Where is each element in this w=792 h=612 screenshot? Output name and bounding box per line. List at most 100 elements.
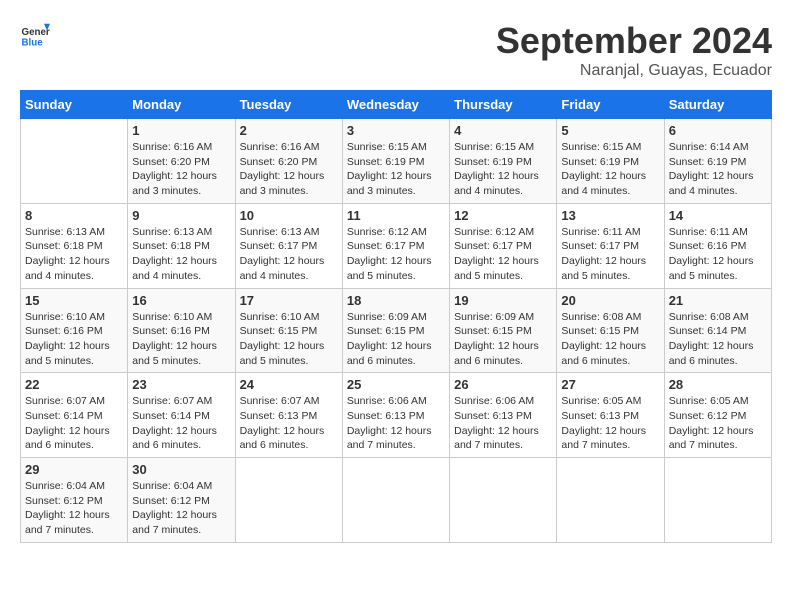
calendar-cell: 19 Sunrise: 6:09 AMSunset: 6:15 PMDayligh… (450, 288, 557, 373)
logo: General Blue (20, 20, 50, 50)
day-number: 22 (25, 377, 123, 392)
day-info: Sunrise: 6:10 AMSunset: 6:16 PMDaylight:… (25, 310, 123, 369)
day-of-week-header: Sunday (21, 91, 128, 119)
day-info: Sunrise: 6:13 AMSunset: 6:17 PMDaylight:… (240, 225, 338, 284)
page-header: General Blue September 2024 Naranjal, Gu… (20, 20, 772, 80)
day-info: Sunrise: 6:07 AMSunset: 6:14 PMDaylight:… (25, 394, 123, 453)
day-info: Sunrise: 6:11 AMSunset: 6:17 PMDaylight:… (561, 225, 659, 284)
calendar-cell: 25 Sunrise: 6:06 AMSunset: 6:13 PMDayligh… (342, 373, 449, 458)
calendar-cell: 20Sunrise: 6:08 AMSunset: 6:15 PMDayligh… (557, 288, 664, 373)
day-number: 2 (240, 123, 338, 138)
day-info: Sunrise: 6:16 AMSunset: 6:20 PMDaylight:… (132, 140, 230, 199)
calendar-cell: 26 Sunrise: 6:06 AMSunset: 6:13 PMDayligh… (450, 373, 557, 458)
calendar-cell: 12Sunrise: 6:12 AMSunset: 6:17 PMDayligh… (450, 203, 557, 288)
day-info: Sunrise: 6:07 AMSunset: 6:14 PMDaylight:… (132, 394, 230, 453)
calendar-cell: 2 Sunrise: 6:16 AMSunset: 6:20 PMDaylight… (235, 119, 342, 204)
day-info: Sunrise: 6:16 AMSunset: 6:20 PMDaylight:… (240, 140, 338, 199)
svg-text:Blue: Blue (22, 38, 44, 49)
calendar-cell: 16 Sunrise: 6:10 AMSunset: 6:16 PMDayligh… (128, 288, 235, 373)
day-info: Sunrise: 6:07 AMSunset: 6:13 PMDaylight:… (240, 394, 338, 453)
day-info: Sunrise: 6:10 AMSunset: 6:15 PMDaylight:… (240, 310, 338, 369)
calendar-table: SundayMondayTuesdayWednesdayThursdayFrid… (20, 90, 772, 543)
calendar-cell (557, 458, 664, 543)
day-number: 24 (240, 377, 338, 392)
header-row: SundayMondayTuesdayWednesdayThursdayFrid… (21, 91, 772, 119)
calendar-week-row: 8 Sunrise: 6:13 AMSunset: 6:18 PMDaylight… (21, 203, 772, 288)
day-of-week-header: Friday (557, 91, 664, 119)
calendar-cell: 1Sunrise: 6:16 AMSunset: 6:20 PMDaylight… (128, 119, 235, 204)
calendar-cell: 5Sunrise: 6:15 AMSunset: 6:19 PMDaylight… (557, 119, 664, 204)
day-number: 28 (669, 377, 767, 392)
logo-icon: General Blue (20, 20, 50, 50)
calendar-cell: 17Sunrise: 6:10 AMSunset: 6:15 PMDayligh… (235, 288, 342, 373)
day-number: 23 (132, 377, 230, 392)
calendar-cell: 21 Sunrise: 6:08 AMSunset: 6:14 PMDayligh… (664, 288, 771, 373)
svg-text:General: General (22, 27, 51, 38)
calendar-cell: 30 Sunrise: 6:04 AMSunset: 6:12 PMDayligh… (128, 458, 235, 543)
day-number: 18 (347, 293, 445, 308)
calendar-week-row: 1Sunrise: 6:16 AMSunset: 6:20 PMDaylight… (21, 119, 772, 204)
day-info: Sunrise: 6:05 AMSunset: 6:13 PMDaylight:… (561, 394, 659, 453)
calendar-cell: 29Sunrise: 6:04 AMSunset: 6:12 PMDayligh… (21, 458, 128, 543)
day-info: Sunrise: 6:05 AMSunset: 6:12 PMDaylight:… (669, 394, 767, 453)
day-number: 21 (669, 293, 767, 308)
calendar-cell: 8Sunrise: 6:13 AMSunset: 6:18 PMDaylight… (21, 203, 128, 288)
calendar-cell: 23 Sunrise: 6:07 AMSunset: 6:14 PMDayligh… (128, 373, 235, 458)
month-title: September 2024 (496, 20, 772, 62)
day-number: 4 (454, 123, 552, 138)
day-number: 3 (347, 123, 445, 138)
location: Naranjal, Guayas, Ecuador (496, 62, 772, 80)
day-number: 16 (132, 293, 230, 308)
day-info: Sunrise: 6:10 AMSunset: 6:16 PMDaylight:… (132, 310, 230, 369)
day-number: 25 (347, 377, 445, 392)
day-number: 14 (669, 208, 767, 223)
calendar-cell: 9 Sunrise: 6:13 AMSunset: 6:18 PMDaylight… (128, 203, 235, 288)
day-of-week-header: Wednesday (342, 91, 449, 119)
day-of-week-header: Monday (128, 91, 235, 119)
day-number: 9 (132, 208, 230, 223)
calendar-body: 1Sunrise: 6:16 AMSunset: 6:20 PMDaylight… (21, 119, 772, 543)
day-info: Sunrise: 6:08 AMSunset: 6:15 PMDaylight:… (561, 310, 659, 369)
day-info: Sunrise: 6:06 AMSunset: 6:13 PMDaylight:… (347, 394, 445, 453)
calendar-week-row: 15 Sunrise: 6:10 AMSunset: 6:16 PMDayligh… (21, 288, 772, 373)
calendar-cell: 28 Sunrise: 6:05 AMSunset: 6:12 PMDayligh… (664, 373, 771, 458)
day-number: 30 (132, 462, 230, 477)
day-of-week-header: Saturday (664, 91, 771, 119)
calendar-cell (450, 458, 557, 543)
day-number: 5 (561, 123, 659, 138)
day-number: 26 (454, 377, 552, 392)
day-info: Sunrise: 6:13 AMSunset: 6:18 PMDaylight:… (132, 225, 230, 284)
calendar-cell (664, 458, 771, 543)
day-of-week-header: Thursday (450, 91, 557, 119)
calendar-week-row: 22 Sunrise: 6:07 AMSunset: 6:14 PMDayligh… (21, 373, 772, 458)
calendar-cell: 27Sunrise: 6:05 AMSunset: 6:13 PMDayligh… (557, 373, 664, 458)
day-info: Sunrise: 6:06 AMSunset: 6:13 PMDaylight:… (454, 394, 552, 453)
calendar-cell: 11Sunrise: 6:12 AMSunset: 6:17 PMDayligh… (342, 203, 449, 288)
day-number: 13 (561, 208, 659, 223)
calendar-cell (21, 119, 128, 204)
calendar-cell: 18 Sunrise: 6:09 AMSunset: 6:15 PMDayligh… (342, 288, 449, 373)
day-number: 6 (669, 123, 767, 138)
day-info: Sunrise: 6:09 AMSunset: 6:15 PMDaylight:… (454, 310, 552, 369)
day-info: Sunrise: 6:12 AMSunset: 6:17 PMDaylight:… (347, 225, 445, 284)
day-number: 15 (25, 293, 123, 308)
calendar-cell: 24 Sunrise: 6:07 AMSunset: 6:13 PMDayligh… (235, 373, 342, 458)
calendar-cell: 3 Sunrise: 6:15 AMSunset: 6:19 PMDaylight… (342, 119, 449, 204)
day-info: Sunrise: 6:08 AMSunset: 6:14 PMDaylight:… (669, 310, 767, 369)
day-info: Sunrise: 6:14 AMSunset: 6:19 PMDaylight:… (669, 140, 767, 199)
calendar-cell: 6 Sunrise: 6:14 AMSunset: 6:19 PMDaylight… (664, 119, 771, 204)
calendar-week-row: 29Sunrise: 6:04 AMSunset: 6:12 PMDayligh… (21, 458, 772, 543)
calendar-cell: 14 Sunrise: 6:11 AMSunset: 6:16 PMDayligh… (664, 203, 771, 288)
day-info: Sunrise: 6:09 AMSunset: 6:15 PMDaylight:… (347, 310, 445, 369)
day-number: 8 (25, 208, 123, 223)
day-info: Sunrise: 6:15 AMSunset: 6:19 PMDaylight:… (454, 140, 552, 199)
calendar-header: SundayMondayTuesdayWednesdayThursdayFrid… (21, 91, 772, 119)
day-info: Sunrise: 6:11 AMSunset: 6:16 PMDaylight:… (669, 225, 767, 284)
calendar-cell: 13 Sunrise: 6:11 AMSunset: 6:17 PMDayligh… (557, 203, 664, 288)
day-number: 19 (454, 293, 552, 308)
calendar-cell: 10Sunrise: 6:13 AMSunset: 6:17 PMDayligh… (235, 203, 342, 288)
day-info: Sunrise: 6:04 AMSunset: 6:12 PMDaylight:… (132, 479, 230, 538)
day-info: Sunrise: 6:15 AMSunset: 6:19 PMDaylight:… (347, 140, 445, 199)
calendar-cell: 15 Sunrise: 6:10 AMSunset: 6:16 PMDayligh… (21, 288, 128, 373)
title-block: September 2024 Naranjal, Guayas, Ecuador (496, 20, 772, 80)
